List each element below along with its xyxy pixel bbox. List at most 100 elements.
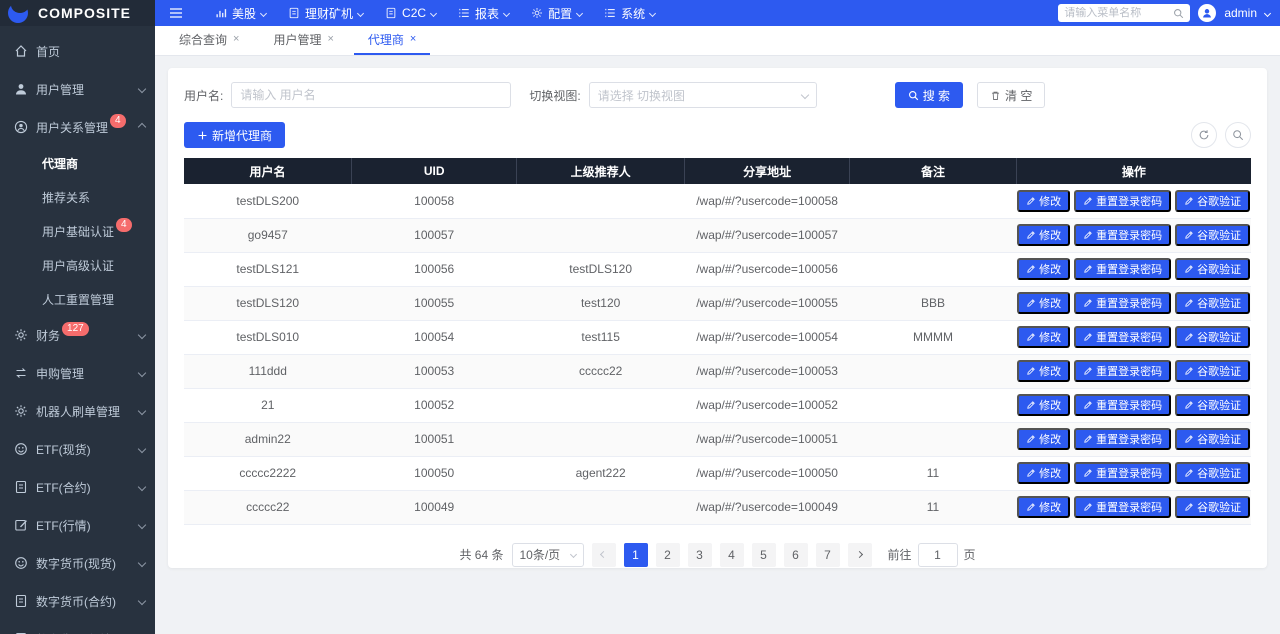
cell-actions: 修改重置登录密码 谷歌验证 bbox=[1016, 490, 1251, 524]
edit-icon bbox=[1026, 196, 1036, 206]
sidebar-item[interactable]: ETF(合约) bbox=[0, 468, 155, 506]
prev-page-button[interactable] bbox=[592, 543, 616, 567]
reset-password-button[interactable]: 重置登录密码 bbox=[1074, 428, 1171, 450]
google-verify-button[interactable]: 谷歌验证 bbox=[1175, 326, 1250, 348]
google-verify-button-label: 谷歌验证 bbox=[1197, 499, 1241, 515]
tab-close-icon[interactable]: × bbox=[233, 33, 239, 45]
edit-button-label: 修改 bbox=[1039, 431, 1061, 447]
reset-password-button[interactable]: 重置登录密码 bbox=[1074, 496, 1171, 518]
reset-password-button[interactable]: 重置登录密码 bbox=[1074, 394, 1171, 416]
menu-search-input[interactable] bbox=[1064, 7, 1173, 19]
topnav-item[interactable]: 理财矿机 bbox=[288, 5, 363, 22]
sidebar-subitem[interactable]: 用户高级认证 bbox=[0, 248, 155, 282]
sidebar-subitem[interactable]: 用户基础认证4 bbox=[0, 214, 155, 248]
chevron-down-icon bbox=[138, 85, 146, 93]
sidebar-item[interactable]: 用户关系管理4 bbox=[0, 108, 155, 146]
tab-close-icon[interactable]: × bbox=[327, 33, 333, 45]
topnav-item[interactable]: 美股 bbox=[215, 5, 266, 22]
google-verify-button[interactable]: 谷歌验证 bbox=[1175, 224, 1250, 246]
reset-password-button[interactable]: 重置登录密码 bbox=[1074, 462, 1171, 484]
cell-username: go9457 bbox=[184, 218, 352, 252]
sidebar-item[interactable]: 数字货币(合约) bbox=[0, 582, 155, 620]
page-button[interactable]: 1 bbox=[624, 543, 648, 567]
tab[interactable]: 代理商× bbox=[354, 25, 430, 55]
google-verify-button[interactable]: 谷歌验证 bbox=[1175, 394, 1250, 416]
edit-button[interactable]: 修改 bbox=[1017, 428, 1070, 450]
sidebar-item[interactable]: 机器人刷单管理 bbox=[0, 392, 155, 430]
clear-button[interactable]: 清 空 bbox=[977, 82, 1045, 108]
tab[interactable]: 综合查询× bbox=[165, 25, 253, 55]
chevron-down-icon[interactable] bbox=[1264, 9, 1271, 16]
username-input[interactable] bbox=[231, 82, 511, 108]
reset-password-button-label: 重置登录密码 bbox=[1096, 261, 1162, 277]
edit-button[interactable]: 修改 bbox=[1017, 394, 1070, 416]
google-verify-button[interactable]: 谷歌验证 bbox=[1175, 428, 1250, 450]
page-size-select[interactable]: 10条/页 bbox=[512, 543, 584, 567]
menu-search-box[interactable] bbox=[1058, 4, 1190, 22]
sidebar-item-label: 数字货币(行情) bbox=[36, 631, 116, 634]
sidebar-subitem[interactable]: 推荐关系 bbox=[0, 180, 155, 214]
reset-password-button[interactable]: 重置登录密码 bbox=[1074, 326, 1171, 348]
sidebar-subitem[interactable]: 代理商 bbox=[0, 146, 155, 180]
topnav-item[interactable]: 配置 bbox=[531, 5, 582, 22]
topnav-item[interactable]: 系统 bbox=[604, 5, 655, 22]
sidebar-subitem[interactable]: 人工重置管理 bbox=[0, 282, 155, 316]
google-verify-button[interactable]: 谷歌验证 bbox=[1175, 496, 1250, 518]
edit-button[interactable]: 修改 bbox=[1017, 190, 1070, 212]
reset-password-button[interactable]: 重置登录密码 bbox=[1074, 190, 1171, 212]
tab-close-icon[interactable]: × bbox=[410, 33, 416, 45]
edit-button[interactable]: 修改 bbox=[1017, 360, 1070, 382]
edit-button[interactable]: 修改 bbox=[1017, 292, 1070, 314]
page-button[interactable]: 5 bbox=[752, 543, 776, 567]
google-verify-button[interactable]: 谷歌验证 bbox=[1175, 258, 1250, 280]
tab[interactable]: 用户管理× bbox=[259, 25, 347, 55]
refresh-button[interactable] bbox=[1191, 122, 1217, 148]
edit-button[interactable]: 修改 bbox=[1017, 462, 1070, 484]
page-button[interactable]: 6 bbox=[784, 543, 808, 567]
table-header-cell: 上级推荐人 bbox=[517, 158, 685, 184]
tabbar: 综合查询×用户管理×代理商× bbox=[155, 26, 1280, 56]
username-label[interactable]: admin bbox=[1224, 6, 1257, 20]
reset-password-button[interactable]: 重置登录密码 bbox=[1074, 360, 1171, 382]
edit-button[interactable]: 修改 bbox=[1017, 224, 1070, 246]
edit-icon bbox=[1184, 434, 1194, 444]
reset-password-button[interactable]: 重置登录密码 bbox=[1074, 224, 1171, 246]
sidebar-item-label: ETF(现货) bbox=[36, 441, 91, 458]
google-verify-button-label: 谷歌验证 bbox=[1197, 329, 1241, 345]
goto-page-input[interactable] bbox=[918, 543, 958, 567]
search-button[interactable]: 搜 索 bbox=[895, 82, 963, 108]
cell-uid: 100056 bbox=[352, 252, 517, 286]
sidebar-item[interactable]: 财务127 bbox=[0, 316, 155, 354]
page-button[interactable]: 2 bbox=[656, 543, 680, 567]
page-button[interactable]: 3 bbox=[688, 543, 712, 567]
topnav-item[interactable]: C2C bbox=[385, 6, 436, 20]
next-page-button[interactable] bbox=[848, 543, 872, 567]
google-verify-button[interactable]: 谷歌验证 bbox=[1175, 462, 1250, 484]
google-verify-button[interactable]: 谷歌验证 bbox=[1175, 292, 1250, 314]
page-button[interactable]: 7 bbox=[816, 543, 840, 567]
google-verify-button-label: 谷歌验证 bbox=[1197, 431, 1241, 447]
page-button[interactable]: 4 bbox=[720, 543, 744, 567]
add-agent-button[interactable]: 新增代理商 bbox=[184, 122, 285, 148]
user-avatar[interactable] bbox=[1198, 4, 1216, 22]
google-verify-button[interactable]: 谷歌验证 bbox=[1175, 190, 1250, 212]
google-verify-button[interactable]: 谷歌验证 bbox=[1175, 360, 1250, 382]
sidebar-item[interactable]: ETF(现货) bbox=[0, 430, 155, 468]
hamburger-icon[interactable] bbox=[169, 6, 183, 20]
topnav-item[interactable]: 报表 bbox=[458, 5, 509, 22]
edit-button[interactable]: 修改 bbox=[1017, 326, 1070, 348]
edit-button[interactable]: 修改 bbox=[1017, 496, 1070, 518]
sidebar-item[interactable]: 首页 bbox=[0, 32, 155, 70]
sidebar-item[interactable]: 数字货币(行情) bbox=[0, 620, 155, 634]
sidebar-item[interactable]: 申购管理 bbox=[0, 354, 155, 392]
sidebar-item[interactable]: 用户管理 bbox=[0, 70, 155, 108]
sidebar-item[interactable]: ETF(行情) bbox=[0, 506, 155, 544]
search-toggle-button[interactable] bbox=[1225, 122, 1251, 148]
cell-username: admin22 bbox=[184, 422, 352, 456]
reset-password-button[interactable]: 重置登录密码 bbox=[1074, 292, 1171, 314]
edit-button[interactable]: 修改 bbox=[1017, 258, 1070, 280]
view-select[interactable]: 请选择 切换视图 bbox=[589, 82, 817, 108]
sidebar-item[interactable]: 数字货币(现货) bbox=[0, 544, 155, 582]
table-tools bbox=[1191, 122, 1251, 148]
reset-password-button[interactable]: 重置登录密码 bbox=[1074, 258, 1171, 280]
